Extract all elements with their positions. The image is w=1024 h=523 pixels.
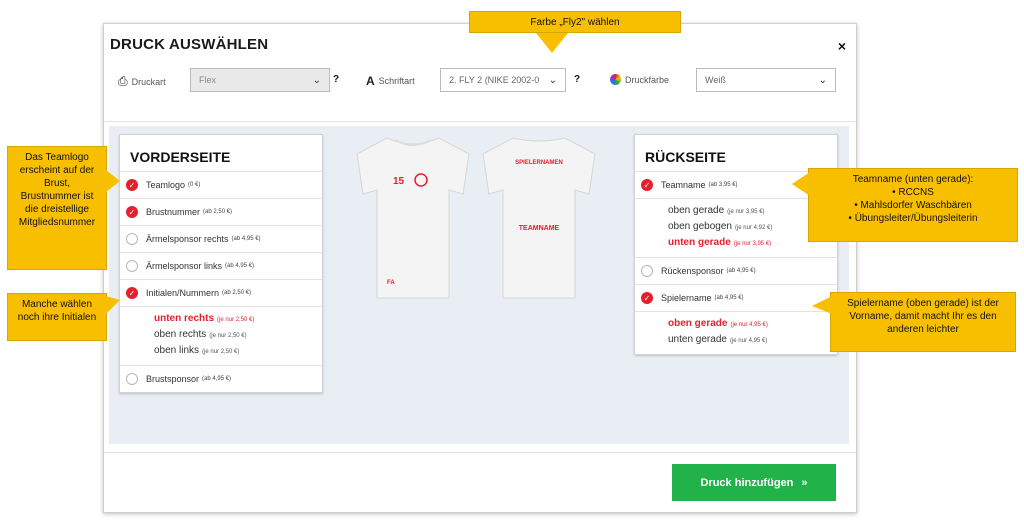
- back-item-rueckensponsor[interactable]: Rückensponsor (ab 4,95 €): [635, 257, 837, 284]
- teamname-options: oben gerade (je nur 3,95 €) oben gebogen…: [635, 198, 837, 257]
- front-item-aermel-links[interactable]: Ärmelsponsor links (ab 4,95 €): [120, 252, 322, 279]
- double-chevron-right-icon: »: [801, 476, 808, 489]
- callout-pointer: [536, 33, 568, 53]
- help-icon[interactable]: ?: [574, 74, 583, 85]
- druckfarbe-label: Druckfarbe: [610, 74, 669, 85]
- option-spieler-oben-gerade[interactable]: oben gerade (je nur 4,95 €): [668, 318, 837, 334]
- shirt-initials: FA: [387, 280, 395, 286]
- front-item-brustnummer[interactable]: ✓ Brustnummer (ab 2,50 €): [120, 198, 322, 225]
- front-item-brustsponsor[interactable]: Brustsponsor (ab 4,95 €): [120, 365, 322, 392]
- close-icon[interactable]: ×: [838, 38, 846, 54]
- check-icon: ✓: [641, 179, 653, 191]
- print-select-modal: DRUCK AUSWÄHLEN × ⎙ Druckart Flex ⌄ ? A …: [103, 23, 857, 513]
- option-oben-rechts[interactable]: oben rechts (je nur 2,50 €): [154, 329, 322, 345]
- printer-icon: ⎙: [118, 74, 128, 88]
- radio-empty-icon: [641, 265, 653, 277]
- check-icon: ✓: [126, 179, 138, 191]
- druckart-label: ⎙ Druckart: [118, 74, 166, 88]
- front-item-teamlogo[interactable]: ✓ Teamlogo (0 €): [120, 171, 322, 198]
- help-icon[interactable]: ?: [333, 74, 342, 85]
- check-icon: ✓: [126, 206, 138, 218]
- callout-teamname: Teamname (unten gerade): RCCNS Mahlsdorf…: [808, 168, 1018, 242]
- callout-spielername: Spielername (oben gerade) ist der Vornam…: [830, 292, 1016, 352]
- back-item-spielername[interactable]: ✓ Spielername (ab 4,95 €): [635, 284, 837, 311]
- radio-empty-icon: [126, 260, 138, 272]
- color-wheel-icon: [610, 74, 621, 85]
- callout-pointer: [106, 170, 120, 192]
- shirt-front-preview: 15 FA: [356, 137, 470, 299]
- chevron-down-icon: ⌄: [312, 74, 321, 86]
- callout-farbe: Farbe „Fly2" wählen: [469, 11, 681, 33]
- druckfarbe-select[interactable]: Weiß ⌄: [696, 68, 836, 92]
- schriftart-label: A Schriftart: [366, 74, 415, 88]
- option-oben-links[interactable]: oben links (je nur 2,50 €): [154, 345, 322, 361]
- callout-pointer: [792, 172, 810, 196]
- option-unten-rechts[interactable]: unten rechts (je nur 2,50 €): [154, 313, 322, 329]
- initialen-options: unten rechts (je nur 2,50 €) oben rechts…: [120, 306, 322, 365]
- schriftart-select[interactable]: 2. FLY 2 (NIKE 2002-0 ⌄: [440, 68, 566, 92]
- shirt-number: 15: [393, 176, 405, 187]
- spielername-options: oben gerade (je nur 4,95 €) unten gerade…: [635, 311, 837, 354]
- shirt-team-name: TEAMNAME: [519, 225, 560, 232]
- radio-empty-icon: [126, 233, 138, 245]
- divider: [104, 452, 856, 453]
- shirt-player-name: SPIELERNAMEN: [515, 160, 563, 166]
- shirt-back-preview: SPIELERNAMEN TEAMNAME: [482, 137, 596, 299]
- radio-empty-icon: [126, 373, 138, 385]
- preview-area: VORDERSEITE ✓ Teamlogo (0 €) ✓ Brustnumm…: [109, 126, 849, 444]
- divider: [104, 121, 856, 122]
- callout-pointer: [812, 296, 832, 314]
- callout-pointer: [106, 296, 120, 314]
- front-panel: VORDERSEITE ✓ Teamlogo (0 €) ✓ Brustnumm…: [119, 134, 323, 393]
- chevron-down-icon: ⌄: [818, 74, 827, 86]
- back-title: RÜCKSEITE: [645, 149, 726, 165]
- modal-title: DRUCK AUSWÄHLEN: [110, 36, 269, 53]
- front-item-initialen[interactable]: ✓ Initialen/Nummern (ab 2,50 €): [120, 279, 322, 306]
- callout-initialen: Manche wählen noch ihre Initialen: [7, 293, 107, 341]
- print-options-row: ⎙ Druckart Flex ⌄ ? A Schriftart 2. FLY …: [104, 68, 856, 96]
- callout-teamlogo: Das Teamlogo erscheint auf der Brust, Br…: [7, 146, 107, 270]
- druckart-select[interactable]: Flex ⌄: [190, 68, 330, 92]
- font-icon: A: [366, 74, 375, 88]
- check-icon: ✓: [126, 287, 138, 299]
- chevron-down-icon: ⌄: [548, 74, 557, 86]
- check-icon: ✓: [641, 292, 653, 304]
- add-print-button[interactable]: Druck hinzufügen »: [672, 464, 836, 501]
- option-spieler-unten-gerade[interactable]: unten gerade (je nur 4,95 €): [668, 334, 837, 350]
- front-item-aermel-rechts[interactable]: Ärmelsponsor rechts (ab 4,95 €): [120, 225, 322, 252]
- front-title: VORDERSEITE: [130, 149, 231, 165]
